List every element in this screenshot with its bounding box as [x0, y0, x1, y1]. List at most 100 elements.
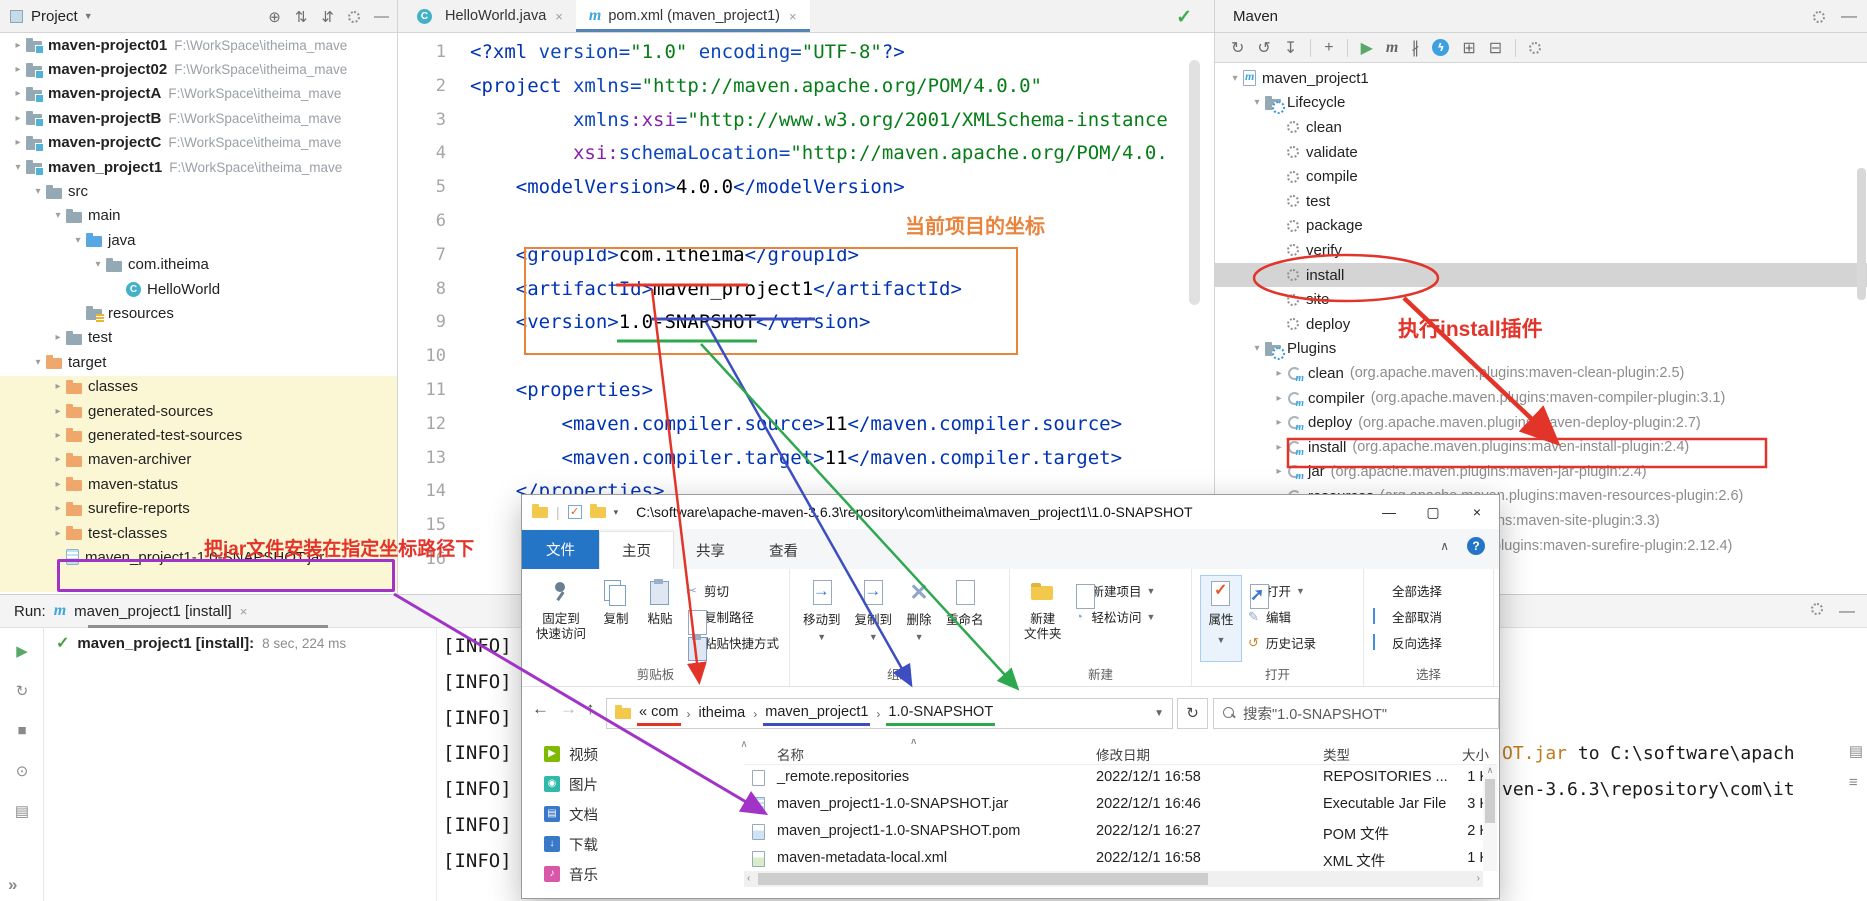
tree-item[interactable]: ▸maven-archiver: [0, 448, 397, 472]
ribbon-button[interactable]: ➚打开▼: [1246, 581, 1316, 600]
forward-icon[interactable]: →: [560, 699, 577, 719]
file-row[interactable]: maven_project1-1.0-SNAPSHOT.pom2022/12/1…: [744, 819, 1497, 846]
chevron-right-icon[interactable]: ▸: [1271, 442, 1287, 453]
ribbon-button[interactable]: ✎编辑: [1246, 607, 1316, 626]
tree-item[interactable]: ▸maven-project01F:\WorkSpace\itheima_mav…: [0, 33, 397, 57]
chevron-right-icon[interactable]: ▸: [1271, 417, 1287, 428]
add-icon[interactable]: +: [1324, 39, 1333, 57]
goal-clean[interactable]: clean: [1215, 115, 1867, 140]
breadcrumb-item[interactable]: 1.0-SNAPSHOT: [886, 702, 995, 726]
rerun-icon[interactable]: ▶: [0, 642, 44, 660]
ribbon-button[interactable]: ✕删除▼: [901, 575, 937, 662]
chevron-down-icon[interactable]: ▼: [84, 11, 93, 21]
chevron-right-icon[interactable]: ▸: [10, 88, 26, 99]
breadcrumb-bar[interactable]: « com›itheima›maven_project1›1.0-SNAPSHO…: [606, 698, 1173, 729]
generate-sources-icon[interactable]: ↺: [1257, 38, 1270, 58]
chevron-down-icon[interactable]: ▾: [90, 259, 106, 270]
tree-item[interactable]: ▾maven_project1F:\WorkSpace\itheima_mave: [0, 155, 397, 179]
horizontal-scrollbar[interactable]: ‹ ›: [744, 871, 1483, 887]
close-icon[interactable]: ×: [240, 604, 248, 619]
tree-item[interactable]: ▾src: [0, 179, 397, 203]
menu-tab-共享[interactable]: 共享: [674, 532, 747, 569]
chevron-right-icon[interactable]: ▸: [50, 430, 66, 441]
sidebar-item[interactable]: ▶视频: [522, 739, 737, 769]
ribbon-button[interactable]: →复制到▼: [850, 575, 898, 662]
ribbon-button[interactable]: 复制路径: [684, 607, 779, 626]
ribbon-button[interactable]: 重命名: [941, 575, 989, 662]
chevron-down-icon[interactable]: ▾: [10, 162, 26, 173]
tree-item[interactable]: ▾target: [0, 350, 397, 374]
back-icon[interactable]: ←: [532, 699, 549, 719]
maven-tree-item[interactable]: ▾Lifecycle: [1215, 91, 1867, 116]
chevron-right-icon[interactable]: ▸: [50, 406, 66, 417]
goal-install[interactable]: install: [1215, 263, 1867, 288]
scrollbar-thumb[interactable]: [1485, 779, 1495, 823]
tree-item[interactable]: ▸maven-projectAF:\WorkSpace\itheima_mave: [0, 82, 397, 106]
tree-item[interactable]: ▸classes: [0, 374, 397, 398]
sort-ascending-icon[interactable]: ∧: [910, 739, 917, 747]
help-icon[interactable]: ?: [1467, 537, 1485, 555]
ribbon-button[interactable]: 反向选择: [1372, 633, 1442, 652]
menu-tab-查看[interactable]: 查看: [747, 532, 820, 569]
tree-item[interactable]: ▸maven-project02F:\WorkSpace\itheima_mav…: [0, 57, 397, 81]
plugin-compiler[interactable]: ▸mcompiler(org.apache.maven.plugins:mave…: [1215, 386, 1867, 411]
tree-item[interactable]: resources: [0, 301, 397, 325]
settings-wrench-icon[interactable]: [1529, 42, 1541, 54]
layout-icon[interactable]: ▤: [1849, 742, 1863, 760]
chevron-down-icon[interactable]: ▾: [1249, 97, 1265, 108]
settings-icon[interactable]: [348, 11, 360, 23]
layout-icon[interactable]: ▤: [0, 802, 44, 820]
chevron-right-icon[interactable]: ▸: [50, 332, 66, 343]
overflow-chevron-icon[interactable]: »: [8, 875, 17, 895]
scroll-right-icon[interactable]: ›: [1477, 873, 1480, 884]
tree-item[interactable]: ▸test: [0, 326, 397, 350]
ribbon-button[interactable]: ◔轻松访问▼: [1072, 607, 1156, 626]
chevron-down-icon[interactable]: ▼: [1154, 708, 1164, 719]
sidebar-item[interactable]: ↓下载: [522, 829, 737, 859]
tree-item[interactable]: ▾java: [0, 228, 397, 252]
checkbox-icon[interactable]: ✓: [568, 505, 582, 519]
chevron-right-icon[interactable]: ▸: [50, 479, 66, 490]
chevron-down-icon[interactable]: ▾: [70, 235, 86, 246]
goal-verify[interactable]: verify: [1215, 238, 1867, 263]
search-input[interactable]: 搜索"1.0-SNAPSHOT": [1213, 698, 1499, 729]
breadcrumb-item[interactable]: itheima: [697, 703, 748, 724]
run-result-line[interactable]: ✓ maven_project1 [install]: 8 sec, 224 m…: [56, 633, 346, 653]
tree-item[interactable]: CHelloWorld: [0, 277, 397, 301]
column-header[interactable]: 名称: [777, 744, 804, 764]
minimize-button[interactable]: —: [1367, 495, 1411, 529]
maven-scrollbar[interactable]: [1857, 168, 1866, 300]
chevron-right-icon[interactable]: ▸: [50, 503, 66, 514]
tree-item[interactable]: ▸generated-sources: [0, 399, 397, 423]
scroll-left-icon[interactable]: ‹: [747, 873, 750, 884]
sidebar-item[interactable]: ♪音乐: [522, 859, 737, 889]
gear-icon[interactable]: [1811, 603, 1823, 615]
up-icon[interactable]: ↑: [586, 699, 595, 719]
column-header[interactable]: 大小: [1419, 744, 1489, 764]
vertical-scrollbar[interactable]: ∧: [1483, 765, 1497, 871]
goal-test[interactable]: test: [1215, 189, 1867, 214]
close-icon[interactable]: ×: [789, 9, 797, 24]
collapse-all-icon[interactable]: ⇵: [321, 8, 334, 26]
breadcrumb-item[interactable]: maven_project1: [763, 702, 870, 726]
column-header[interactable]: 修改日期: [1096, 744, 1150, 764]
goal-package[interactable]: package: [1215, 214, 1867, 239]
skip-tests-icon[interactable]: ∦: [1411, 38, 1419, 58]
hide-icon[interactable]: —: [1839, 603, 1855, 621]
menu-tab-文件[interactable]: 文件: [522, 530, 599, 569]
plugin-clean[interactable]: ▸mclean(org.apache.maven.plugins:maven-c…: [1215, 361, 1867, 386]
reload-icon[interactable]: ↻: [1231, 38, 1244, 58]
sidebar-item[interactable]: ▤文档: [522, 799, 737, 829]
plugin-deploy[interactable]: ▸mdeploy(org.apache.maven.plugins:maven-…: [1215, 410, 1867, 435]
expand-all-icon[interactable]: ⇅: [295, 8, 308, 26]
chevron-right-icon[interactable]: ▸: [50, 381, 66, 392]
run-tab[interactable]: maven_project1 [install]: [74, 603, 232, 620]
chevron-down-icon[interactable]: ▾: [1227, 73, 1243, 84]
plugin-install[interactable]: ▸minstall(org.apache.maven.plugins:maven…: [1215, 435, 1867, 460]
collapse-ribbon-icon[interactable]: ∧: [1440, 539, 1449, 553]
hide-icon[interactable]: —: [1841, 8, 1857, 26]
ribbon-button[interactable]: 新建 文件夹: [1018, 575, 1068, 662]
close-button[interactable]: ×: [1455, 495, 1499, 529]
sidebar-item[interactable]: ◉图片: [522, 769, 737, 799]
tree-item[interactable]: ▸maven-projectBF:\WorkSpace\itheima_mave: [0, 106, 397, 130]
